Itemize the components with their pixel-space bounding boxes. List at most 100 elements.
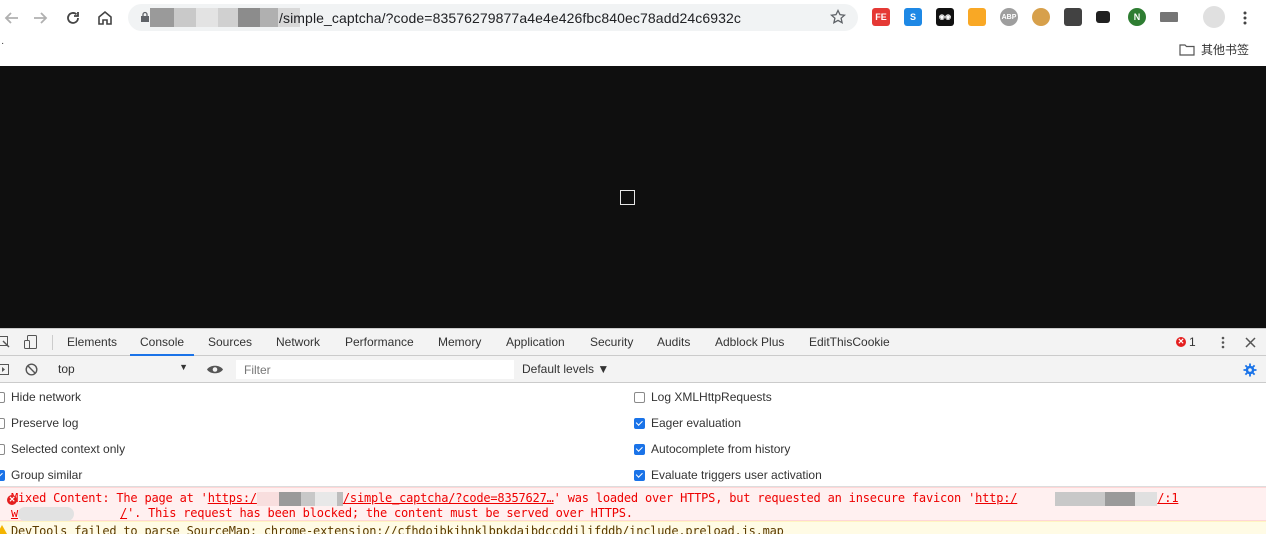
address-bar[interactable]: /simple_captcha/?code=83576279877a4e4e42… [128,4,858,31]
inspect-element-icon[interactable] [0,336,10,349]
dark-extension-icon[interactable] [1096,11,1110,23]
tab-sources[interactable]: Sources [208,329,252,355]
warning-text: DevTools failed to parse SourceMap: chro… [11,524,784,534]
cookie-icon[interactable] [1032,8,1050,26]
soccer-extension-icon[interactable] [1203,6,1225,28]
checkbox[interactable] [634,391,645,403]
browser-toolbar: /simple_captcha/?code=83576279877a4e4e42… [0,0,1266,36]
checkbox[interactable] [634,417,645,429]
url-path: /simple_captcha/?code=83576279877a4e4e42… [279,10,741,26]
checkbox[interactable] [0,469,5,481]
notes-extension-icon[interactable] [968,8,986,26]
setting-label: Group similar [11,468,83,482]
setting-label: Hide network [11,390,82,404]
tab-memory[interactable]: Memory [438,329,481,355]
bookmarks-bar: · 其他书签 [0,36,1266,66]
error-line-1: ✕ Mixed Content: The page at 'https://sim… [7,491,1179,506]
checkbox[interactable] [0,391,5,403]
clear-console-icon[interactable] [25,363,38,376]
error-icon: ✕ [1176,337,1186,347]
url-host-redacted [150,8,300,27]
favicon-url-end[interactable]: /:1 [1157,491,1178,505]
favicon-url-link[interactable]: http:/ [975,491,1017,505]
other-bookmarks-folder[interactable]: 其他书签 [1179,41,1249,58]
context-selector[interactable]: top ▼ [58,362,188,376]
warning-icon [0,525,7,534]
fe-helper-icon[interactable]: FE [872,8,890,26]
n-extension-icon[interactable]: N [1128,8,1146,26]
tab-performance[interactable]: Performance [345,329,414,355]
setting-label: Evaluate triggers user activation [651,468,822,482]
reload-icon [67,12,79,24]
setting-selected-context-only[interactable]: Selected context only [0,442,125,456]
home-icon [98,10,112,25]
checkbox[interactable] [0,417,5,429]
devtools-panel: Elements Console Sources Network Performance… [0,328,1266,534]
folder-icon [1179,44,1195,56]
error-count-badge[interactable]: ✕ 1 [1176,335,1196,349]
close-devtools-icon[interactable] [1245,337,1256,348]
setting-label: Preserve log [11,416,79,430]
tab-security[interactable]: Security [590,329,633,355]
tab-network[interactable]: Network [276,329,320,355]
setting-autocomplete-from-history[interactable]: Autocomplete from history [634,442,790,456]
log-levels-dropdown[interactable]: Default levels ▼ [522,362,609,376]
show-sidebar-icon[interactable] [0,364,9,375]
kebab-menu-icon [1243,11,1247,25]
favicon-url-continued[interactable]: w [11,506,18,520]
glasses-extension-icon[interactable]: ◉◉ [936,8,954,26]
forward-button[interactable] [28,6,52,30]
reload-button[interactable] [61,6,85,30]
tab-editthiscookie[interactable]: EditThisCookie [809,329,890,355]
device-toolbar-icon[interactable] [24,335,38,350]
setting-hide-network[interactable]: Hide network [0,390,81,404]
other-bookmarks-label: 其他书签 [1201,43,1250,57]
error-count: 1 [1189,335,1196,349]
setting-label: Autocomplete from history [651,442,791,456]
console-filter-input[interactable] [236,360,514,379]
adblock-plus-icon[interactable]: ABP [1000,8,1018,26]
back-button[interactable] [0,6,24,30]
setting-label: Log XMLHttpRequests [651,390,772,404]
setting-evaluate-triggers-user-activation[interactable]: Evaluate triggers user activation [634,468,822,482]
bookmarks-bar-marker: · [1,38,5,49]
tab-separator [52,335,53,350]
setting-group-similar[interactable]: Group similar [0,468,82,482]
shield-extension-icon[interactable] [1064,8,1082,26]
error-icon: ✕ [7,495,17,505]
lock-icon [141,11,149,22]
devtools-menu-icon[interactable] [1221,336,1225,349]
crown-extension-icon[interactable] [1160,12,1178,22]
bookmark-star-icon[interactable] [830,9,846,25]
setting-preserve-log[interactable]: Preserve log [0,416,78,430]
page-viewport [0,66,1266,328]
context-value: top [58,362,75,376]
captcha-image-placeholder [620,190,635,205]
checkbox[interactable] [0,443,5,455]
tab-audits[interactable]: Audits [657,329,690,355]
tab-adblock-plus[interactable]: Adblock Plus [715,329,784,355]
back-arrow-icon [4,12,18,24]
live-expression-eye-icon[interactable] [206,364,224,375]
console-settings: Hide network Preserve log Selected context… [0,383,1266,487]
tab-application[interactable]: Application [506,329,565,355]
setting-eager-evaluation[interactable]: Eager evaluation [634,416,741,430]
dropdown-arrow-icon: ▼ [179,362,188,372]
console-warning-message: DevTools failed to parse SourceMap: chro… [0,521,1266,534]
error-url-link[interactable]: https://simple_captcha/?code=8357627… [208,491,554,506]
console-toolbar: top ▼ Default levels ▼ [0,356,1266,383]
home-button[interactable] [93,6,117,30]
console-error-message: ✕ Mixed Content: The page at 'https://sim… [0,487,1266,521]
tab-elements[interactable]: Elements [67,329,117,355]
favicon-url-slash[interactable]: / [120,506,127,520]
setting-log-xmlhttprequests[interactable]: Log XMLHttpRequests [634,390,772,404]
browser-menu-button[interactable] [1233,6,1257,30]
s-extension-icon[interactable]: S [904,8,922,26]
devtools-tab-bar: Elements Console Sources Network Performance… [0,329,1266,356]
setting-label: Selected context only [11,442,126,456]
checkbox[interactable] [634,443,645,455]
forward-arrow-icon [34,12,48,24]
tab-console[interactable]: Console [129,329,195,356]
console-settings-gear-icon[interactable] [1243,363,1257,377]
checkbox[interactable] [634,469,645,481]
